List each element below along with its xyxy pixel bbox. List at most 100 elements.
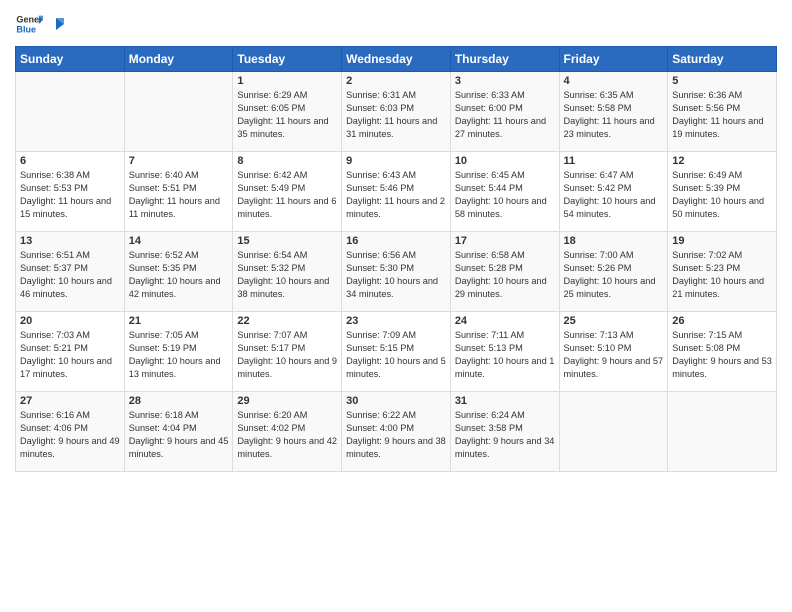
day-number: 15 xyxy=(237,235,337,247)
page-container: General Blue xyxy=(0,0,792,482)
day-info: Sunrise: 6:47 AM Sunset: 5:42 PM Dayligh… xyxy=(564,169,664,221)
day-info: Sunrise: 6:49 AM Sunset: 5:39 PM Dayligh… xyxy=(672,169,772,221)
calendar-cell: 8 Sunrise: 6:42 AM Sunset: 5:49 PM Daylig… xyxy=(233,152,342,232)
day-number: 4 xyxy=(564,75,664,87)
day-number: 23 xyxy=(346,315,446,327)
day-info: Sunrise: 6:56 AM Sunset: 5:30 PM Dayligh… xyxy=(346,249,446,301)
day-number: 7 xyxy=(129,155,229,167)
week-row-1: 1Sunrise: 6:29 AM Sunset: 6:05 PM Daylig… xyxy=(16,72,777,152)
day-info: Sunrise: 6:43 AM Sunset: 5:46 PM Dayligh… xyxy=(346,169,446,221)
day-info: Sunrise: 7:00 AM Sunset: 5:26 PM Dayligh… xyxy=(564,249,664,301)
calendar-cell: 4 Sunrise: 6:35 AM Sunset: 5:58 PM Daylig… xyxy=(559,72,668,152)
day-number: 8 xyxy=(237,155,337,167)
day-info: Sunrise: 6:35 AM Sunset: 5:58 PM Dayligh… xyxy=(564,89,664,141)
day-number: 30 xyxy=(346,395,446,407)
calendar-table: SundayMondayTuesdayWednesdayThursdayFrid… xyxy=(15,46,777,472)
calendar-cell: 31Sunrise: 6:24 AM Sunset: 3:58 PM Dayli… xyxy=(450,392,559,472)
day-number: 2 xyxy=(346,75,446,87)
day-number: 18 xyxy=(564,235,664,247)
day-info: Sunrise: 7:13 AM Sunset: 5:10 PM Dayligh… xyxy=(564,329,664,381)
day-info: Sunrise: 6:16 AM Sunset: 4:06 PM Dayligh… xyxy=(20,409,120,461)
day-info: Sunrise: 6:31 AM Sunset: 6:03 PM Dayligh… xyxy=(346,89,446,141)
day-number: 1 xyxy=(237,75,337,87)
calendar-cell: 3 Sunrise: 6:33 AM Sunset: 6:00 PM Daylig… xyxy=(450,72,559,152)
day-number: 22 xyxy=(237,315,337,327)
day-number: 21 xyxy=(129,315,229,327)
calendar-cell: 7 Sunrise: 6:40 AM Sunset: 5:51 PM Daylig… xyxy=(124,152,233,232)
day-info: Sunrise: 6:52 AM Sunset: 5:35 PM Dayligh… xyxy=(129,249,229,301)
calendar-cell: 12 Sunrise: 6:49 AM Sunset: 5:39 PM Dayli… xyxy=(668,152,777,232)
day-number: 13 xyxy=(20,235,120,247)
day-number: 9 xyxy=(346,155,446,167)
day-number: 11 xyxy=(564,155,664,167)
calendar-cell: 22Sunrise: 7:07 AM Sunset: 5:17 PM Dayli… xyxy=(233,312,342,392)
logo-icon: General Blue xyxy=(15,10,43,38)
day-info: Sunrise: 6:36 AM Sunset: 5:56 PM Dayligh… xyxy=(672,89,772,141)
day-info: Sunrise: 6:58 AM Sunset: 5:28 PM Dayligh… xyxy=(455,249,555,301)
week-row-4: 20 Sunrise: 7:03 AM Sunset: 5:21 PM Dayli… xyxy=(16,312,777,392)
day-number: 5 xyxy=(672,75,772,87)
calendar-cell: 28 Sunrise: 6:18 AM Sunset: 4:04 PM Dayli… xyxy=(124,392,233,472)
logo-arrow-icon xyxy=(48,14,68,34)
calendar-cell: 13Sunrise: 6:51 AM Sunset: 5:37 PM Dayli… xyxy=(16,232,125,312)
day-info: Sunrise: 6:20 AM Sunset: 4:02 PM Dayligh… xyxy=(237,409,337,461)
calendar-cell: 20 Sunrise: 7:03 AM Sunset: 5:21 PM Dayli… xyxy=(16,312,125,392)
calendar-cell: 17 Sunrise: 6:58 AM Sunset: 5:28 PM Dayli… xyxy=(450,232,559,312)
calendar-cell: 24Sunrise: 7:11 AM Sunset: 5:13 PM Dayli… xyxy=(450,312,559,392)
calendar-cell: 25 Sunrise: 7:13 AM Sunset: 5:10 PM Dayli… xyxy=(559,312,668,392)
calendar-cell: 27 Sunrise: 6:16 AM Sunset: 4:06 PM Dayli… xyxy=(16,392,125,472)
day-info: Sunrise: 6:33 AM Sunset: 6:00 PM Dayligh… xyxy=(455,89,555,141)
day-number: 29 xyxy=(237,395,337,407)
calendar-cell: 6Sunrise: 6:38 AM Sunset: 5:53 PM Daylig… xyxy=(16,152,125,232)
calendar-cell: 30 Sunrise: 6:22 AM Sunset: 4:00 PM Dayli… xyxy=(342,392,451,472)
calendar-cell: 26 Sunrise: 7:15 AM Sunset: 5:08 PM Dayli… xyxy=(668,312,777,392)
calendar-cell: 9 Sunrise: 6:43 AM Sunset: 5:46 PM Daylig… xyxy=(342,152,451,232)
day-header-sunday: Sunday xyxy=(16,47,125,72)
day-info: Sunrise: 6:18 AM Sunset: 4:04 PM Dayligh… xyxy=(129,409,229,461)
calendar-cell: 10Sunrise: 6:45 AM Sunset: 5:44 PM Dayli… xyxy=(450,152,559,232)
day-number: 25 xyxy=(564,315,664,327)
day-number: 28 xyxy=(129,395,229,407)
day-number: 3 xyxy=(455,75,555,87)
day-number: 16 xyxy=(346,235,446,247)
week-row-5: 27 Sunrise: 6:16 AM Sunset: 4:06 PM Dayli… xyxy=(16,392,777,472)
day-number: 26 xyxy=(672,315,772,327)
day-number: 27 xyxy=(20,395,120,407)
day-number: 14 xyxy=(129,235,229,247)
calendar-cell: 15 Sunrise: 6:54 AM Sunset: 5:32 PM Dayli… xyxy=(233,232,342,312)
calendar-cell: 5 Sunrise: 6:36 AM Sunset: 5:56 PM Daylig… xyxy=(668,72,777,152)
day-number: 19 xyxy=(672,235,772,247)
calendar-cell xyxy=(124,72,233,152)
day-info: Sunrise: 7:05 AM Sunset: 5:19 PM Dayligh… xyxy=(129,329,229,381)
day-header-saturday: Saturday xyxy=(668,47,777,72)
calendar-cell: 16 Sunrise: 6:56 AM Sunset: 5:30 PM Dayli… xyxy=(342,232,451,312)
day-info: Sunrise: 7:03 AM Sunset: 5:21 PM Dayligh… xyxy=(20,329,120,381)
day-info: Sunrise: 6:40 AM Sunset: 5:51 PM Dayligh… xyxy=(129,169,229,221)
day-info: Sunrise: 7:09 AM Sunset: 5:15 PM Dayligh… xyxy=(346,329,446,381)
calendar-cell xyxy=(668,392,777,472)
day-number: 31 xyxy=(455,395,555,407)
calendar-cell: 29 Sunrise: 6:20 AM Sunset: 4:02 PM Dayli… xyxy=(233,392,342,472)
day-number: 12 xyxy=(672,155,772,167)
day-info: Sunrise: 6:22 AM Sunset: 4:00 PM Dayligh… xyxy=(346,409,446,461)
calendar-cell: 2 Sunrise: 6:31 AM Sunset: 6:03 PM Daylig… xyxy=(342,72,451,152)
logo: General Blue xyxy=(15,10,68,38)
svg-text:Blue: Blue xyxy=(16,24,36,34)
day-info: Sunrise: 6:45 AM Sunset: 5:44 PM Dayligh… xyxy=(455,169,555,221)
day-info: Sunrise: 6:54 AM Sunset: 5:32 PM Dayligh… xyxy=(237,249,337,301)
day-number: 17 xyxy=(455,235,555,247)
day-info: Sunrise: 6:38 AM Sunset: 5:53 PM Dayligh… xyxy=(20,169,120,221)
calendar-cell: 19 Sunrise: 7:02 AM Sunset: 5:23 PM Dayli… xyxy=(668,232,777,312)
calendar-cell: 11 Sunrise: 6:47 AM Sunset: 5:42 PM Dayli… xyxy=(559,152,668,232)
day-number: 20 xyxy=(20,315,120,327)
day-header-friday: Friday xyxy=(559,47,668,72)
calendar-cell xyxy=(16,72,125,152)
calendar-cell: 14 Sunrise: 6:52 AM Sunset: 5:35 PM Dayli… xyxy=(124,232,233,312)
calendar-cell: 18 Sunrise: 7:00 AM Sunset: 5:26 PM Dayli… xyxy=(559,232,668,312)
day-info: Sunrise: 7:02 AM Sunset: 5:23 PM Dayligh… xyxy=(672,249,772,301)
day-header-tuesday: Tuesday xyxy=(233,47,342,72)
day-header-thursday: Thursday xyxy=(450,47,559,72)
day-info: Sunrise: 7:15 AM Sunset: 5:08 PM Dayligh… xyxy=(672,329,772,381)
day-info: Sunrise: 6:42 AM Sunset: 5:49 PM Dayligh… xyxy=(237,169,337,221)
day-header-wednesday: Wednesday xyxy=(342,47,451,72)
